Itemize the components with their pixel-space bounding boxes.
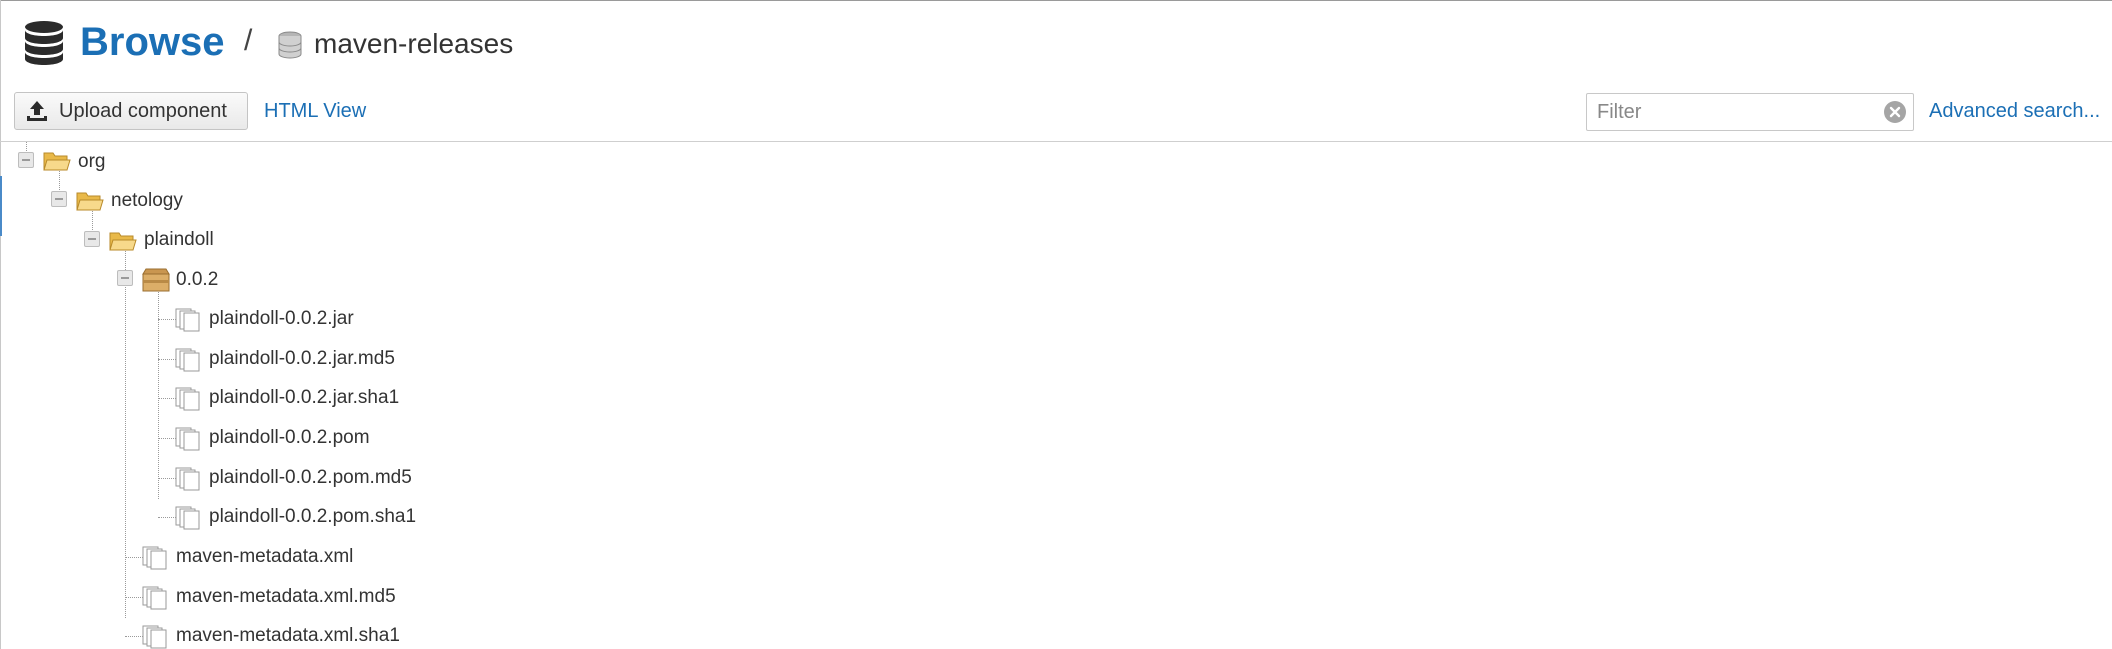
database-icon (25, 21, 63, 65)
tree-node-file[interactable]: plaindoll-0.0.2.pom (209, 426, 370, 450)
folder-open-icon (76, 192, 104, 211)
file-icon (175, 427, 200, 451)
clear-icon[interactable] (1884, 101, 1906, 123)
tree-node-file[interactable]: maven-metadata.xml.sha1 (176, 624, 400, 648)
file-icon (175, 467, 200, 491)
file-icon (142, 625, 167, 649)
folder-open-icon (109, 232, 137, 251)
tree-node-file[interactable]: maven-metadata.xml (176, 545, 353, 569)
component-tree: org netology plaindoll 0.0.2 plaindoll-0… (0, 142, 2112, 649)
collapse-toggle-plaindoll[interactable] (84, 231, 100, 247)
collapse-toggle-netology[interactable] (51, 191, 67, 207)
page-title: Browse (80, 20, 225, 64)
tree-connector (158, 359, 176, 360)
breadcrumb-repository[interactable]: maven-releases (314, 24, 513, 64)
tree-connector (125, 248, 126, 618)
collapse-toggle-org[interactable] (18, 152, 34, 168)
tree-connector (158, 517, 176, 518)
page-header: Browse / maven-releases (0, 0, 2112, 86)
tree-connector (158, 478, 176, 479)
tree-node-plaindoll[interactable]: plaindoll (144, 228, 214, 252)
file-icon (142, 586, 167, 610)
file-icon (175, 308, 200, 332)
filter-input[interactable] (1586, 93, 1914, 131)
tree-connector (158, 438, 176, 439)
repository-icon (278, 31, 302, 59)
tree-connector (125, 636, 143, 637)
tree-node-file[interactable]: plaindoll-0.0.2.jar.sha1 (209, 386, 399, 410)
file-icon (175, 387, 200, 411)
tree-node-version[interactable]: 0.0.2 (176, 268, 218, 292)
component-icon (142, 268, 170, 292)
tree-node-file[interactable]: plaindoll-0.0.2.jar.md5 (209, 347, 395, 371)
upload-component-button[interactable]: Upload component (14, 92, 248, 130)
collapse-toggle-version[interactable] (117, 270, 133, 286)
tree-connector (26, 142, 27, 151)
tree-node-org[interactable]: org (78, 150, 105, 174)
tree-connector (158, 398, 176, 399)
tree-node-file[interactable]: plaindoll-0.0.2.pom.sha1 (209, 505, 416, 529)
toolbar: Upload component HTML View Advanced sear… (0, 86, 2112, 142)
file-icon (142, 546, 167, 570)
folder-open-icon (43, 152, 71, 171)
file-icon (175, 506, 200, 530)
upload-icon (27, 101, 47, 121)
tree-connector (125, 597, 143, 598)
tree-node-file[interactable]: maven-metadata.xml.md5 (176, 585, 396, 609)
breadcrumb-separator: / (244, 24, 253, 57)
tree-connector (125, 557, 143, 558)
tree-node-netology[interactable]: netology (111, 189, 183, 213)
tree-connector (158, 319, 176, 320)
tree-node-file[interactable]: plaindoll-0.0.2.pom.md5 (209, 466, 412, 490)
upload-component-label: Upload component (59, 99, 227, 122)
advanced-search-link[interactable]: Advanced search... (1929, 98, 2100, 124)
html-view-link[interactable]: HTML View (264, 98, 366, 124)
file-icon (175, 348, 200, 372)
tree-node-file[interactable]: plaindoll-0.0.2.jar (209, 307, 354, 331)
